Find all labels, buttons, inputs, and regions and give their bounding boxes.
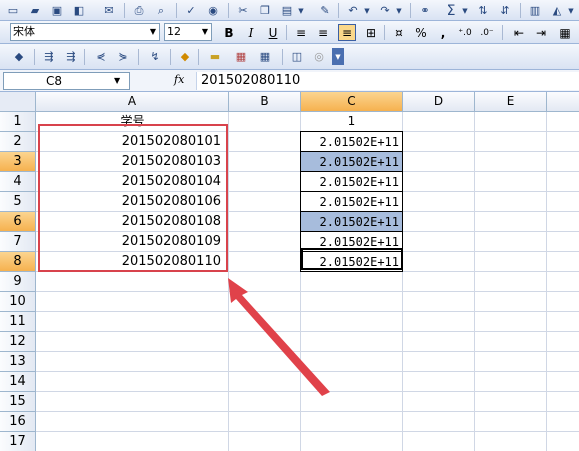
formula-bar: C8 ▼ fx 201502080110	[0, 70, 579, 92]
chevron-down-icon: ▼	[201, 27, 209, 36]
autosum-dropdown-icon[interactable]: ▼	[460, 2, 470, 19]
standard-toolbar: ▭ ▰ ▣ ◧ ✉ ⎙ ⌕ ✓ ◉ ✂ ❐ ▤ ▼ ✎ ↶ ▼ ↷ ▼ ⚭ Σ …	[0, 0, 579, 21]
new-document-icon[interactable]: ▭	[4, 2, 22, 19]
evaluate-formula-icon[interactable]: ◎	[310, 48, 328, 65]
increase-indent-icon[interactable]: ⇥	[532, 24, 550, 41]
function-icon[interactable]: fx	[174, 73, 184, 86]
sort-descending-icon[interactable]: ⇵	[496, 2, 514, 19]
italic-button[interactable]: I	[242, 24, 260, 41]
decrease-decimal-icon[interactable]: .0⁻	[478, 24, 496, 41]
research-icon[interactable]: ◉	[204, 2, 222, 19]
undo-dropdown-icon[interactable]: ▼	[362, 2, 372, 19]
increase-decimal-icon[interactable]: ⁺.0	[456, 24, 474, 41]
drawing-icon[interactable]: ◭	[548, 2, 566, 19]
name-box-value: C8	[46, 74, 63, 88]
print-preview-icon[interactable]: ⌕	[152, 2, 170, 19]
chevron-down-icon[interactable]: ▼	[114, 73, 120, 89]
formula-input[interactable]: 201502080110	[196, 72, 579, 90]
print-icon[interactable]: ⎙	[130, 2, 148, 19]
name-box[interactable]: C8 ▼	[3, 72, 130, 90]
trace-dependents-icon[interactable]: ⋞	[92, 48, 110, 65]
remove-dependents-icon[interactable]: ⋟	[114, 48, 132, 65]
font-name-select[interactable]: 宋体 ▼	[10, 23, 160, 41]
clear-circles-icon[interactable]: ▦	[256, 48, 274, 65]
new-comment-icon[interactable]: ▬	[206, 48, 224, 65]
decrease-indent-icon[interactable]: ⇤	[510, 24, 528, 41]
cut-icon[interactable]: ✂	[234, 2, 252, 19]
watch-window-icon[interactable]: ◫	[288, 48, 306, 65]
permission-icon[interactable]: ◧	[70, 2, 88, 19]
currency-icon[interactable]: ¤	[390, 24, 408, 41]
save-icon[interactable]: ▣	[48, 2, 66, 19]
font-name-value: 宋体	[13, 25, 35, 38]
redo-dropdown-icon[interactable]: ▼	[394, 2, 404, 19]
paste-icon[interactable]: ▤	[278, 2, 296, 19]
trace-precedents-icon[interactable]: ⇶	[40, 48, 58, 65]
borders-icon[interactable]: ▦	[556, 24, 574, 41]
hyperlink-icon[interactable]: ⚭	[416, 2, 434, 19]
chevron-down-icon: ▼	[149, 27, 157, 36]
redo-icon[interactable]: ↷	[376, 2, 394, 19]
font-size-value: 12	[167, 25, 181, 38]
circle-invalid-icon[interactable]: ▦	[232, 48, 250, 65]
annotation-arrow	[228, 278, 330, 396]
align-right-icon[interactable]: ≡	[338, 24, 356, 41]
paste-dropdown-icon[interactable]: ▼	[296, 2, 306, 19]
formula-audit-toolbar: ◆ ⇶ ⇶ ⋞ ⋟ ↯ ◆ ▬ ▦ ▦ ◫ ◎ ▼	[0, 44, 579, 70]
remove-precedents-icon[interactable]: ⇶	[62, 48, 80, 65]
undo-icon[interactable]: ↶	[344, 2, 362, 19]
underline-button[interactable]: U	[264, 24, 282, 41]
merge-center-icon[interactable]: ⊞	[362, 24, 380, 41]
font-size-select[interactable]: 12 ▼	[164, 23, 212, 41]
autosum-icon[interactable]: Σ	[442, 2, 460, 19]
percent-button[interactable]: %	[412, 24, 430, 41]
copy-icon[interactable]: ❐	[256, 2, 274, 19]
email-icon[interactable]: ✉	[100, 2, 118, 19]
bold-button[interactable]: B	[220, 24, 238, 41]
spreadsheet-grid[interactable]: A B C D E 1 2 3 4 5 6 7 8 9 10 11 12 13 …	[0, 92, 579, 451]
sort-ascending-icon[interactable]: ⇅	[474, 2, 492, 19]
align-left-icon[interactable]: ≡	[292, 24, 310, 41]
chart-wizard-icon[interactable]: ▥	[526, 2, 544, 19]
spelling-icon[interactable]: ✓	[182, 2, 200, 19]
open-folder-icon[interactable]: ▰	[26, 2, 44, 19]
error-check-icon[interactable]: ◆	[10, 48, 28, 65]
remove-arrows-icon[interactable]: ↯	[146, 48, 164, 65]
comma-style-button[interactable]: ,	[434, 24, 452, 41]
toolbar-options-icon[interactable]: ▼	[566, 2, 576, 19]
format-painter-icon[interactable]: ✎	[316, 2, 334, 19]
trace-error-icon[interactable]: ◆	[176, 48, 194, 65]
arrow-icon	[228, 278, 330, 396]
align-center-icon[interactable]: ≡	[314, 24, 332, 41]
toolbar-options-icon[interactable]: ▼	[332, 48, 344, 65]
